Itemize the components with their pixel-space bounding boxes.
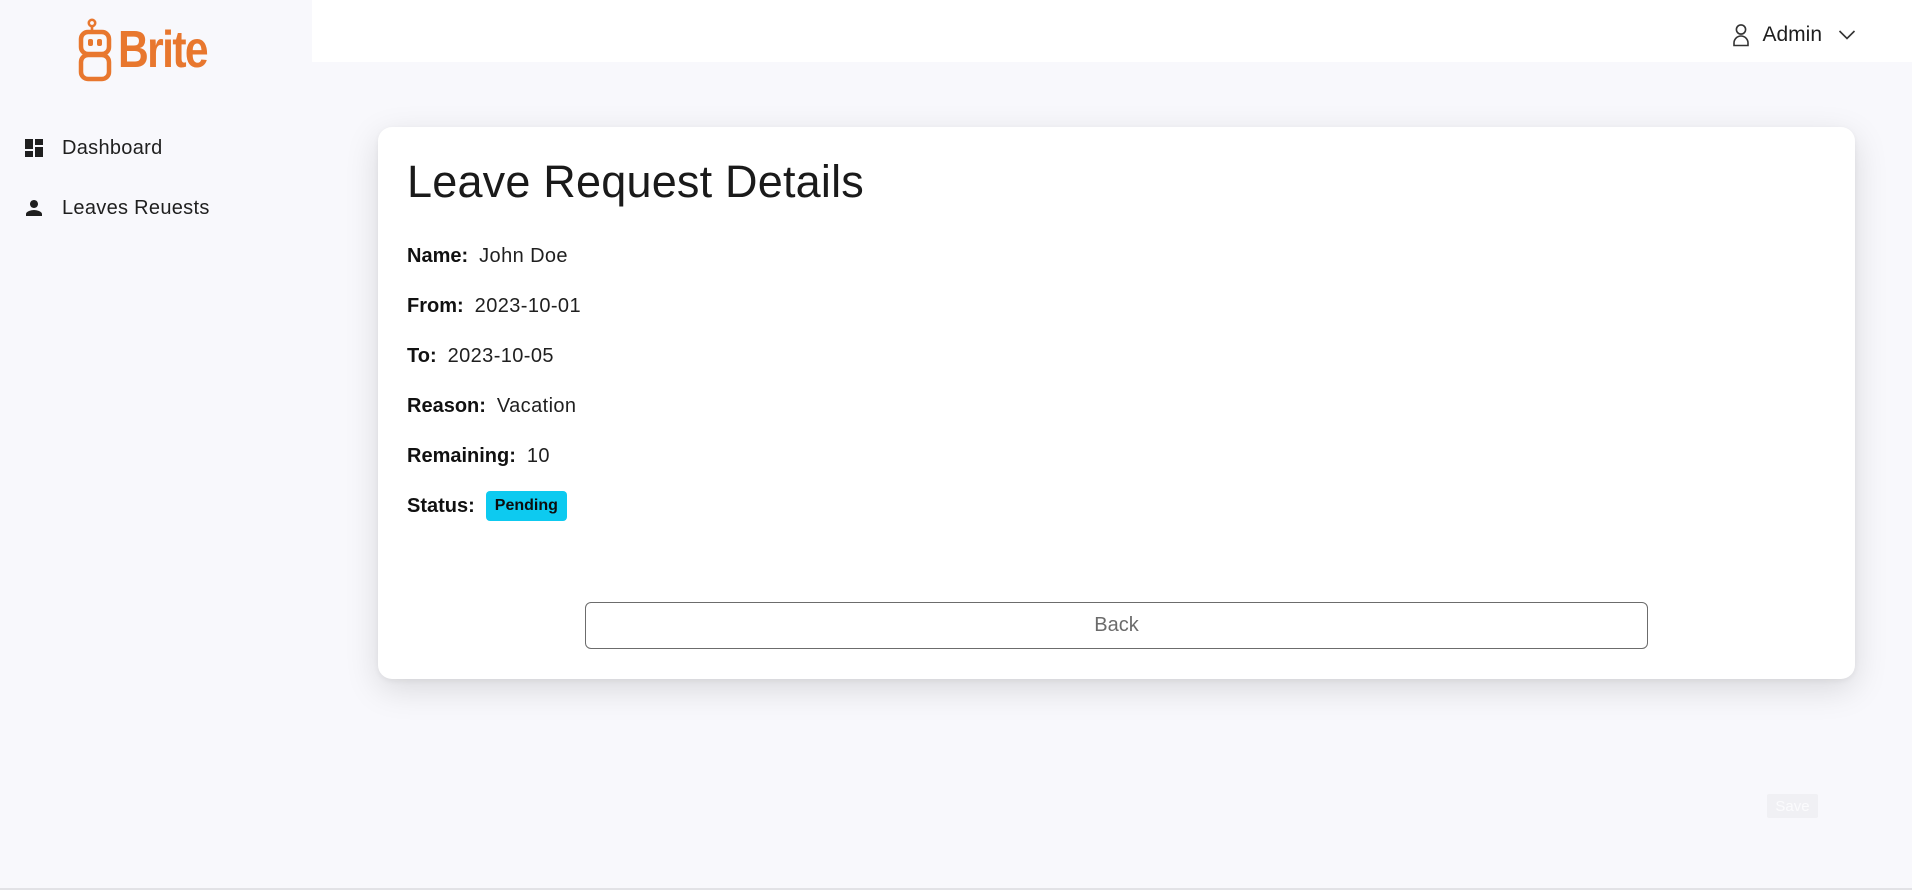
remaining-label: Remaining: — [407, 444, 516, 467]
remaining-value: 10 — [526, 444, 550, 467]
sidebar-item-label: Leaves Reuests — [62, 196, 210, 219]
sidebar-item-leave-requests[interactable]: Leaves Reuests — [0, 178, 312, 238]
user-icon — [1732, 23, 1750, 47]
sidebar: Brite Dashboard Leaves Reuests — [0, 0, 312, 890]
leave-request-card: Leave Request Details Name: John Doe Fro… — [378, 127, 1855, 679]
name-label: Name: — [407, 244, 469, 267]
to-row: To: 2023-10-05 — [407, 341, 554, 371]
status-label: Status: — [407, 494, 475, 517]
save-button[interactable]: Save — [1767, 794, 1818, 818]
name-row: Name: John Doe — [407, 241, 568, 271]
from-value: 2023-10-01 — [474, 294, 581, 317]
sidebar-nav: Dashboard Leaves Reuests — [0, 118, 312, 238]
to-value: 2023-10-05 — [447, 344, 554, 367]
person-icon — [22, 196, 46, 220]
reason-label: Reason: — [407, 394, 486, 417]
status-row: Status: Pending — [407, 491, 567, 521]
top-bar: Admin — [312, 0, 1912, 62]
remaining-row: Remaining: 10 — [407, 441, 550, 471]
reason-value: Vacation — [496, 394, 577, 417]
back-button[interactable]: Back — [585, 602, 1648, 649]
user-menu[interactable]: Admin — [1732, 18, 1856, 52]
user-name: Admin — [1762, 23, 1822, 46]
name-value: John Doe — [479, 244, 568, 267]
reason-row: Reason: Vacation — [407, 391, 576, 421]
chevron-down-icon — [1838, 29, 1856, 41]
robot-logo-icon — [78, 18, 111, 82]
from-label: From: — [407, 294, 464, 317]
dashboard-icon — [22, 136, 46, 160]
brand-name: Brite — [117, 21, 209, 79]
sidebar-item-label: Dashboard — [62, 136, 163, 159]
to-label: To: — [407, 344, 437, 367]
brand-logo[interactable]: Brite — [0, 0, 312, 100]
sidebar-item-dashboard[interactable]: Dashboard — [0, 118, 312, 178]
page-title: Leave Request Details — [407, 156, 864, 207]
status-badge: Pending — [485, 491, 567, 521]
from-row: From: 2023-10-01 — [407, 291, 581, 321]
